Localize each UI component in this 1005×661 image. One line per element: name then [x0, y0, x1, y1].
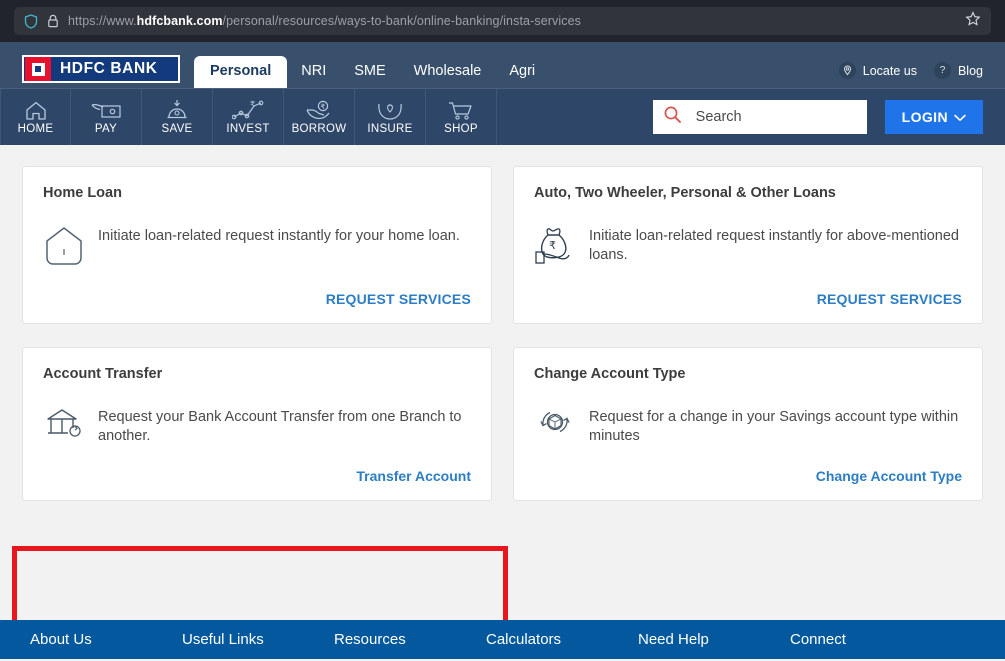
nav-label-insure: INSURE: [367, 123, 413, 135]
footer-item-need-help[interactable]: Need Help: [638, 631, 790, 648]
url-domain: hdfcbank.com: [136, 14, 223, 28]
card-link-request-services[interactable]: REQUEST SERVICES: [43, 291, 471, 307]
question-mark-icon: ?: [933, 62, 951, 79]
card-title: Home Loan: [43, 185, 122, 201]
highlight-annotation-box: [12, 546, 508, 620]
tab-wholesale[interactable]: Wholesale: [400, 57, 496, 88]
nav-label-pay: PAY: [94, 123, 118, 135]
nav-item-pay[interactable]: PAY: [71, 89, 142, 145]
footer-item-resources[interactable]: Resources: [334, 631, 486, 648]
site-footer: About Us Useful Links Resources Calculat…: [0, 620, 1005, 659]
nav-item-invest[interactable]: ₹ INVEST: [213, 89, 284, 145]
footer-item-about-us[interactable]: About Us: [30, 631, 182, 648]
svg-text:₹: ₹: [321, 103, 326, 111]
hdfc-bank-logo[interactable]: HDFC BANK: [22, 55, 180, 83]
nav-right-controls: LOGIN: [652, 100, 983, 134]
card-title: Account Transfer: [43, 366, 163, 382]
invest-chart-icon: ₹: [232, 99, 264, 121]
borrow-hand-coin-icon: ₹: [305, 99, 333, 121]
save-piggy-icon: [165, 99, 189, 121]
main-content: Home Loan Initiate loan-related request …: [0, 145, 1005, 620]
home-icon: [24, 99, 48, 121]
login-label: LOGIN: [901, 109, 948, 125]
card-account-transfer[interactable]: Account Transfer Request your Bank Accou…: [22, 347, 492, 502]
location-pin-icon: [838, 62, 856, 79]
search-box[interactable]: [652, 100, 867, 134]
site-header: HDFC BANK Personal NRI SME Wholesale Agr…: [0, 42, 1005, 145]
nav-item-borrow[interactable]: ₹ BORROW: [284, 89, 355, 145]
money-bag-hand-icon: ₹: [534, 225, 576, 269]
card-description: Initiate loan-related request instantly …: [98, 228, 460, 244]
card-row-loans: Home Loan Initiate loan-related request …: [22, 166, 983, 324]
card-title: Auto, Two Wheeler, Personal & Other Loan…: [534, 185, 836, 201]
address-bar[interactable]: https://www.hdfcbank.com/personal/resour…: [14, 7, 991, 35]
nav-label-home: HOME: [17, 123, 54, 135]
change-type-icon: [534, 406, 576, 438]
home-loan-icon: [43, 225, 85, 269]
tab-nri[interactable]: NRI: [287, 57, 340, 88]
logo-text: HDFC BANK: [60, 60, 158, 77]
footer-item-calculators[interactable]: Calculators: [486, 631, 638, 648]
nav-label-borrow: BORROW: [291, 123, 347, 135]
url-scheme: https://www.: [68, 14, 137, 28]
svg-text:₹: ₹: [549, 240, 556, 252]
nav-item-insure[interactable]: INSURE: [355, 89, 426, 145]
nav-item-save[interactable]: SAVE: [142, 89, 213, 145]
star-icon[interactable]: [965, 10, 981, 32]
bank-transfer-icon: [43, 406, 85, 438]
card-description: Initiate loan-related request instantly …: [589, 228, 959, 264]
card-description: Request your Bank Account Transfer from …: [98, 409, 462, 445]
card-change-account-type[interactable]: Change Account Type Request for a change…: [513, 347, 983, 502]
nav-items: HOME PAY SAVE ₹ INVEST ₹ BORROW INSURE S…: [0, 89, 497, 145]
url-path: /personal/resources/ways-to-bank/online-…: [222, 14, 581, 28]
tab-sme[interactable]: SME: [340, 57, 399, 88]
locate-us-link[interactable]: Locate us: [838, 62, 917, 79]
card-link-change-account-type[interactable]: Change Account Type: [534, 468, 962, 484]
card-body: Request your Bank Account Transfer from …: [43, 406, 471, 446]
chevron-down-icon: [954, 109, 966, 125]
segment-tabs: Personal NRI SME Wholesale Agri: [194, 56, 549, 88]
browser-toolbar: https://www.hdfcbank.com/personal/resour…: [0, 0, 1005, 42]
footer-item-connect[interactable]: Connect: [790, 631, 942, 648]
header-utility-links: Locate us ? Blog: [838, 62, 983, 79]
nav-label-shop: SHOP: [444, 123, 478, 135]
pay-card-icon: [91, 99, 121, 121]
card-body: Initiate loan-related request instantly …: [43, 225, 471, 269]
card-row-account-services: Account Transfer Request your Bank Accou…: [22, 347, 983, 502]
header-top-row: HDFC BANK Personal NRI SME Wholesale Agr…: [0, 42, 1005, 88]
shop-cart-icon: [448, 99, 474, 121]
url-text: https://www.hdfcbank.com/personal/resour…: [68, 14, 948, 28]
insure-hands-heart-icon: [376, 99, 404, 121]
main-navigation: HOME PAY SAVE ₹ INVEST ₹ BORROW INSURE S…: [0, 88, 1005, 145]
tab-agri[interactable]: Agri: [495, 57, 549, 88]
shield-icon[interactable]: [24, 13, 38, 29]
card-body: ₹ Initiate loan-related request instantl…: [534, 225, 962, 269]
tab-personal[interactable]: Personal: [194, 56, 288, 88]
card-link-transfer-account[interactable]: Transfer Account: [43, 468, 471, 484]
search-icon: [663, 105, 682, 129]
blog-link[interactable]: ? Blog: [933, 62, 983, 79]
footer-item-useful-links[interactable]: Useful Links: [182, 631, 334, 648]
lock-icon[interactable]: [47, 14, 59, 28]
search-input[interactable]: [695, 109, 857, 125]
nav-label-save: SAVE: [161, 123, 193, 135]
nav-item-shop[interactable]: SHOP: [426, 89, 497, 145]
card-other-loans[interactable]: Auto, Two Wheeler, Personal & Other Loan…: [513, 166, 983, 324]
login-button[interactable]: LOGIN: [884, 100, 983, 134]
blog-label: Blog: [957, 63, 983, 78]
svg-text:₹: ₹: [250, 100, 255, 109]
card-description: Request for a change in your Savings acc…: [589, 409, 959, 445]
card-title: Change Account Type: [534, 366, 686, 382]
nav-label-invest: INVEST: [226, 123, 270, 135]
locate-us-label: Locate us: [862, 63, 917, 78]
card-body: Request for a change in your Savings acc…: [534, 406, 962, 446]
nav-item-home[interactable]: HOME: [0, 89, 71, 145]
logo-mark-icon: [25, 57, 51, 81]
card-link-request-services[interactable]: REQUEST SERVICES: [534, 291, 962, 307]
card-home-loan[interactable]: Home Loan Initiate loan-related request …: [22, 166, 492, 324]
